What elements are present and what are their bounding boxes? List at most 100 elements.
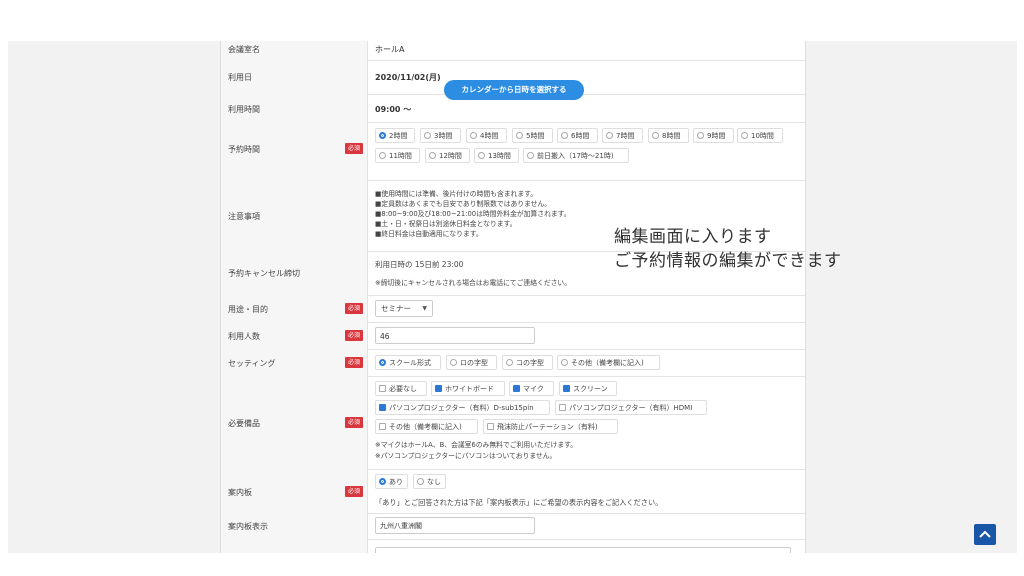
row-label: セッティング [228,359,276,368]
row-purpose: 用途・目的 必須 セミナー ▼ [221,295,805,323]
duration-option[interactable]: 2時間 [375,128,415,143]
radio-icon [506,359,513,366]
duration-option[interactable]: 10時間 [737,128,783,143]
required-badge: 必須 [345,486,363,497]
time-value: 09:00 ～ [375,105,412,114]
remarks-textarea[interactable] [375,547,791,553]
checkbox-icon [379,423,386,430]
radio-icon [741,132,748,139]
radio-icon [606,132,613,139]
checkbox-checked-icon [379,404,386,411]
setting-option[interactable]: その他（備考欄に記入) [557,355,660,370]
setting-option[interactable]: スクール形式 [375,355,441,370]
duration-option[interactable]: 4時間 [466,128,507,143]
required-badge: 必須 [345,303,363,314]
row-label: 予約時間 [228,145,260,154]
radio-icon [561,359,568,366]
row-label: 必要備品 [228,419,260,428]
row-time: 利用時間 09:00 ～ [221,94,805,123]
left-background [8,41,220,553]
row-label: 会議室名 [228,45,260,54]
right-background [805,41,1017,553]
duration-option[interactable]: 12時間 [425,148,470,163]
note-line: ■終日料金は自動適用になります。 [375,230,483,238]
required-badge: 必須 [345,417,363,428]
caret-down-icon: ▼ [422,305,427,312]
row-setting: セッティング 必須 スクール形式 ロの字型 コの字型 その他（備考欄に記入) [221,349,805,377]
cancel-note: ※締切後にキャンセルされる場合はお電話にてご連絡ください。 [375,279,572,287]
equipment-checkbox[interactable]: マイク [509,381,554,396]
note-line: ■定員数はあくまでも目安であり制限数ではありません。 [375,200,552,208]
row-duration: 予約時間 必須 2時間 3時間 4時間 5時間 6時間 7時間 8時間 9時間 … [221,122,805,181]
checkbox-checked-icon [435,385,442,392]
radio-icon [527,152,534,159]
equipment-checkbox[interactable]: 飛沫防止パーテーション（有料) [483,419,618,434]
radio-icon [697,132,704,139]
reservation-form: 会議室名 ホールA 利用日 2020/11/02(月) カレンダーから日時を選択… [220,41,806,553]
equipment-checkbox[interactable]: スクリーン [559,381,617,396]
signboard-note: 「あり」とご回答された方は下記「案内板表示」にご希望の表示内容をご記入ください。 [375,498,663,507]
equipment-checkbox[interactable]: ホワイトボード [431,381,505,396]
row-label: 利用日 [228,73,252,82]
duration-option[interactable]: 3時間 [420,128,461,143]
equipment-checkbox[interactable]: その他（備考欄に記入) [375,419,478,434]
row-label: 注意事項 [228,212,260,221]
overlay-caption-line2: ご予約情報の編集ができます [614,251,842,271]
required-badge: 必須 [345,330,363,341]
overlay-caption-line1: 編集画面に入ります [614,227,772,247]
checkbox-checked-icon [513,385,520,392]
duration-option[interactable]: 9時間 [693,128,734,143]
duration-option[interactable]: 8時間 [648,128,689,143]
required-badge: 必須 [345,357,363,368]
setting-option[interactable]: コの字型 [502,355,553,370]
cancel-value: 利用日時の 15日前 23:00 [375,260,464,269]
radio-icon [417,478,424,485]
row-label: 利用人数 [228,332,260,341]
signboard-text-input[interactable]: 九州八重洲閣 [375,517,535,534]
signboard-option[interactable]: なし [413,474,446,489]
radio-icon [429,152,436,159]
signboard-option[interactable]: あり [375,474,408,489]
setting-option[interactable]: ロの字型 [446,355,497,370]
row-venue: 会議室名 ホールA [221,41,805,61]
row-label: 案内板表示 [228,522,268,531]
equipment-checkbox[interactable]: パソコンプロジェクター（有料）HDMI [555,400,707,415]
radio-icon [478,152,485,159]
equipment-note: ※パソコンプロジェクターにパソコンはついておりません。 [375,452,557,460]
checkbox-icon [379,385,386,392]
chevron-up-icon [979,530,991,538]
duration-option[interactable]: 6時間 [557,128,598,143]
duration-option[interactable]: 前日搬入（17時～21時) [523,148,629,163]
row-label: 用途・目的 [228,305,268,314]
purpose-select[interactable]: セミナー ▼ [375,300,433,317]
duration-option[interactable]: 5時間 [512,128,553,143]
checkbox-checked-icon [563,385,570,392]
radio-icon [470,132,477,139]
duration-option[interactable]: 7時間 [602,128,643,143]
scroll-top-button[interactable] [974,524,996,545]
note-line: ■8:00~9:00及び18:00~21:00は時間外料金が加算されます。 [375,210,571,218]
equipment-checkbox[interactable]: 必要なし [375,381,427,396]
checkbox-icon [559,404,566,411]
duration-option[interactable]: 13時間 [474,148,519,163]
radio-selected-icon [379,359,386,366]
radio-icon [379,152,386,159]
equipment-note: ※マイクはホールA、B、会議室6のみ無料でご利用いただけます。 [375,441,578,449]
required-badge: 必須 [345,143,363,154]
venue-value: ホールA [375,45,405,54]
note-line: ■使用時間には準備、後片付けの時間も含まれます。 [375,190,538,198]
row-people: 利用人数 必須 46 [221,322,805,350]
row-equipment: 必要備品 必須 必要なし ホワイトボード マイク スクリーン パソコンプロジェク… [221,376,805,470]
radio-icon [424,132,431,139]
equipment-checkbox[interactable]: パソコンプロジェクター（有料）D-sub15pin [375,400,550,415]
duration-option[interactable]: 11時間 [375,148,420,163]
radio-selected-icon [379,478,386,485]
row-label: 利用時間 [228,105,260,114]
row-signboard-text: 案内板表示 九州八重洲閣 [221,513,805,540]
row-label: 案内板 [228,488,252,497]
people-input[interactable]: 46 [375,327,535,344]
row-remarks [221,539,805,553]
radio-icon [652,132,659,139]
note-line: ■土・日・祝祭日は別途休日料金となります。 [375,220,517,228]
row-label: 予約キャンセル締切 [228,269,300,278]
